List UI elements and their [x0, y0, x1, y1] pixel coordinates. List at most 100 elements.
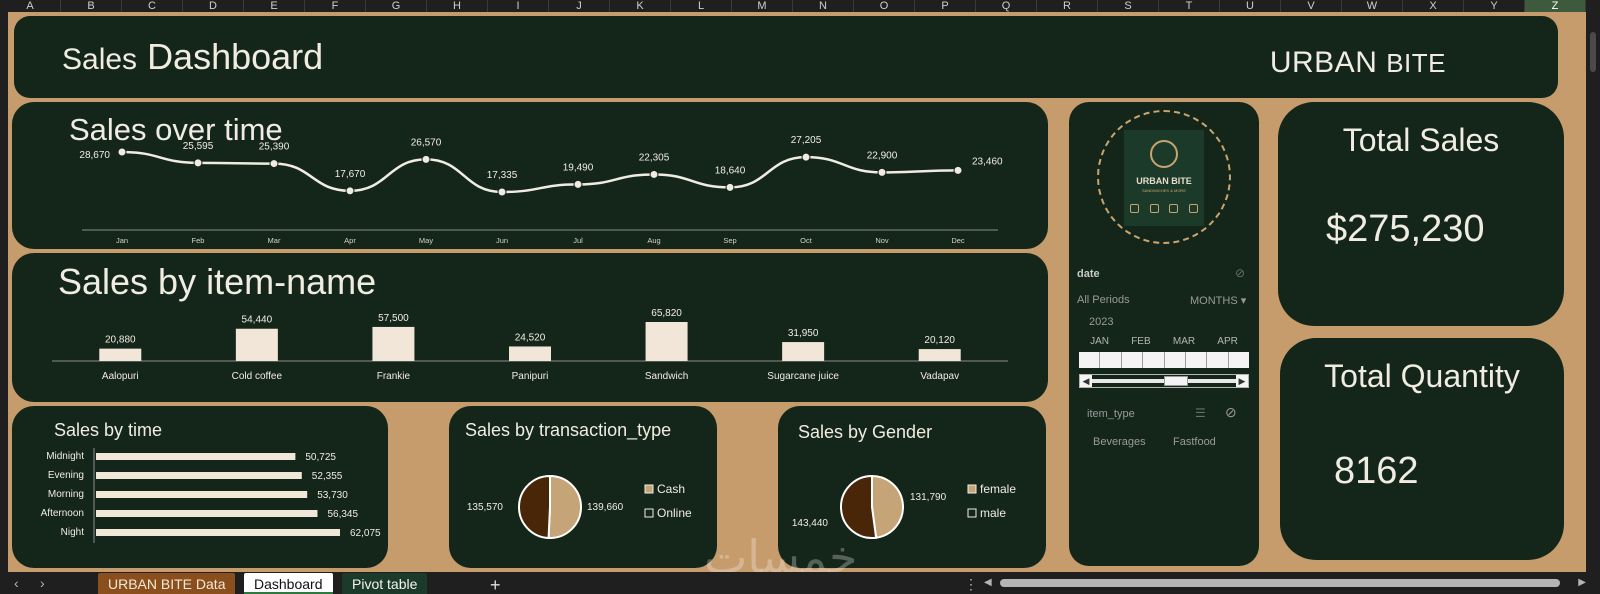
column-header-h[interactable]: H	[427, 0, 488, 12]
vertical-scrollbar[interactable]	[1586, 12, 1600, 572]
column-header-b[interactable]: B	[61, 0, 122, 12]
total-quantity-card: Total Quantity 8162	[1280, 338, 1564, 560]
column-header-v[interactable]: V	[1281, 0, 1342, 12]
line-point	[649, 169, 659, 179]
x-tick-label: Sugarcane juice	[767, 371, 839, 382]
y-tick-label: Afternoon	[41, 508, 84, 519]
prev-sheet-icon[interactable]: ‹	[14, 575, 19, 591]
bar-data-label: 24,520	[515, 332, 546, 343]
column-header-d[interactable]: D	[183, 0, 244, 12]
column-header-row: ABCDEFGHIJKLMNOPQRSTUVWXYZ	[0, 0, 1600, 12]
x-tick-label: Sandwich	[645, 371, 688, 382]
timeline-cell[interactable]	[1165, 352, 1186, 368]
slicer-item-beverages[interactable]: Beverages	[1093, 436, 1146, 448]
column-header-n[interactable]: N	[793, 0, 854, 12]
timeline-scroll-thumb[interactable]	[1164, 376, 1188, 386]
urban-bite-logo: URBAN BITE SANDWICHES & MORE	[1124, 130, 1204, 226]
menu-icon-3	[1169, 204, 1179, 213]
column-header-s[interactable]: S	[1098, 0, 1159, 12]
line-point	[117, 147, 127, 157]
timeline-cell[interactable]	[1229, 352, 1249, 368]
column-header-u[interactable]: U	[1220, 0, 1281, 12]
line-point	[953, 165, 963, 175]
sales-by-transaction-title: Sales by transaction_type	[465, 420, 672, 440]
timeline-cell[interactable]	[1143, 352, 1165, 368]
sales-over-time-chart[interactable]: 28,670 Jan 25,595 Feb 25,390 Mar 17,670 Apr 26,5…	[12, 102, 1048, 249]
brand-title: URBAN BITE	[1270, 46, 1446, 80]
column-header-q[interactable]: Q	[976, 0, 1037, 12]
column-header-o[interactable]: O	[854, 0, 915, 12]
sales-by-time-title: Sales by time	[54, 420, 163, 440]
line-data-label: 17,670	[335, 169, 366, 180]
legend-swatch	[967, 484, 977, 494]
column-header-m[interactable]: M	[732, 0, 793, 12]
column-header-j[interactable]: J	[549, 0, 610, 12]
line-point	[421, 154, 431, 164]
column-header-f[interactable]: F	[305, 0, 366, 12]
next-sheet-icon[interactable]: ›	[40, 575, 45, 591]
time-level-dropdown[interactable]: MONTHS ▾	[1190, 294, 1246, 307]
x-tick-label: Frankie	[377, 371, 411, 382]
scroll-right-icon[interactable]: ▶	[1236, 375, 1248, 387]
column-header-t[interactable]: T	[1159, 0, 1220, 12]
y-tick-label: Midnight	[46, 451, 84, 462]
timeline-cell[interactable]	[1186, 352, 1208, 368]
column-header-w[interactable]: W	[1342, 0, 1403, 12]
clear-filter-icon[interactable]: ⊘	[1235, 266, 1245, 280]
column-header-c[interactable]: C	[122, 0, 183, 12]
scroll-left-icon[interactable]: ◀	[984, 577, 992, 588]
sales-by-time-chart[interactable]: Midnight 50,725 Evening 52,355 Morning 53,730…	[12, 406, 388, 568]
bar-data-label: 20,120	[924, 335, 955, 346]
clear-filter-icon[interactable]: ⊘	[1225, 404, 1237, 421]
column-header-g[interactable]: G	[366, 0, 427, 12]
slicer-item-fastfood[interactable]: Fastfood	[1173, 436, 1216, 448]
multi-select-icon[interactable]: ☰	[1195, 406, 1206, 420]
column-header-k[interactable]: K	[610, 0, 671, 12]
column-header-y[interactable]: Y	[1464, 0, 1525, 12]
x-tick-label: Sep	[723, 236, 736, 245]
coffee-cup-icon	[1150, 140, 1178, 168]
timeline-cell[interactable]	[1100, 352, 1122, 368]
x-tick-label: Mar	[268, 236, 281, 245]
time-bar	[96, 491, 308, 498]
column-header-a[interactable]: A	[0, 0, 61, 12]
menu-icon-4	[1188, 204, 1198, 213]
sales-by-item-chart[interactable]: 20,880 Aalopuri 54,440 Cold coffee 57,500 Fra…	[12, 253, 1048, 402]
timeline-cell[interactable]	[1122, 352, 1144, 368]
x-tick-label: Aalopuri	[102, 371, 139, 382]
column-header-l[interactable]: L	[671, 0, 732, 12]
column-header-z[interactable]: Z	[1525, 0, 1586, 12]
scroll-left-icon[interactable]: ◀	[1080, 375, 1092, 387]
line-point	[345, 186, 355, 196]
pie-data-label: 139,660	[587, 502, 624, 513]
scroll-right-icon[interactable]: ▶	[1578, 577, 1586, 588]
timeline-bar[interactable]	[1079, 352, 1249, 368]
x-tick-label: Panipuri	[512, 371, 549, 382]
legend-swatch	[644, 508, 654, 518]
timeline-cell[interactable]	[1207, 352, 1229, 368]
column-header-i[interactable]: I	[488, 0, 549, 12]
legend-label: Online	[657, 506, 692, 520]
timeline-cell[interactable]	[1079, 352, 1101, 368]
horizontal-scrollbar[interactable]: ◀ ▶	[980, 577, 1588, 589]
column-header-e[interactable]: E	[244, 0, 305, 12]
tab-urban-bite-data[interactable]: URBAN BITE Data	[98, 573, 236, 594]
tab-pivot-table[interactable]: Pivot table	[342, 573, 428, 594]
item-bar	[782, 342, 825, 361]
sales-line-series	[121, 150, 959, 194]
vertical-scroll-thumb[interactable]	[1590, 32, 1596, 72]
column-header-r[interactable]: R	[1037, 0, 1098, 12]
line-data-label: 26,570	[411, 137, 442, 148]
brand-word-urban: URBAN	[1269, 46, 1378, 79]
timeline-scrollbar[interactable]: ◀ ▶	[1079, 374, 1249, 388]
sales-by-transaction-chart[interactable]: 139,660 135,570 Cash Online Sales by transa…	[449, 406, 717, 568]
bar-data-label: 31,950	[788, 328, 819, 339]
line-data-label: 27,205	[791, 135, 822, 146]
bar-data-label: 62,075	[350, 528, 381, 539]
column-header-p[interactable]: P	[915, 0, 976, 12]
tab-dashboard[interactable]: Dashboard	[244, 573, 333, 594]
column-header-x[interactable]: X	[1403, 0, 1464, 12]
add-sheet-icon[interactable]: +	[480, 572, 511, 594]
title-banner: Sales Dashboard URBAN BITE	[14, 16, 1558, 98]
horizontal-scroll-thumb[interactable]	[1000, 579, 1560, 587]
